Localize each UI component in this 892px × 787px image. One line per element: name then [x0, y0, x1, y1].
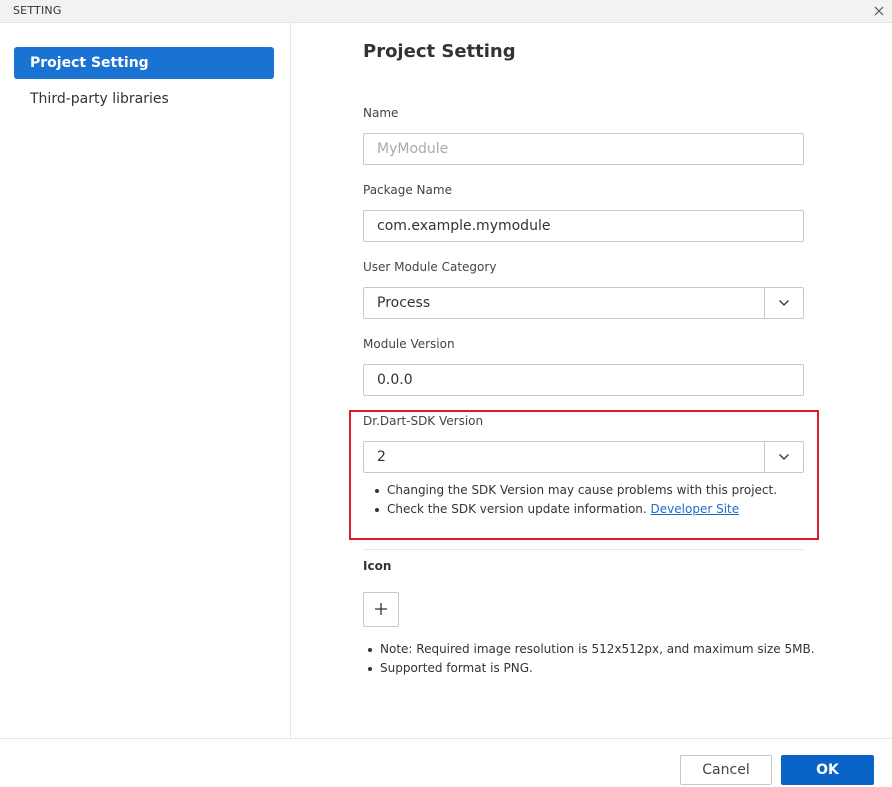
sdk-version-value: 2 — [377, 449, 386, 465]
category-dropdown-button[interactable] — [764, 288, 803, 318]
dialog-footer: Cancel OK — [0, 738, 892, 787]
sdk-note: Changing the SDK Version may cause probl… — [371, 481, 777, 500]
window-title: SETTING — [13, 4, 62, 17]
sidebar-item-label: Third-party libraries — [30, 91, 169, 107]
icon-note: Note: Required image resolution is 512x5… — [364, 640, 815, 659]
package-name-input[interactable] — [363, 210, 804, 242]
sdk-version-highlight — [349, 410, 819, 540]
package-name-label: Package Name — [363, 183, 452, 197]
icon-section-label: Icon — [363, 559, 392, 573]
category-select[interactable]: Process — [363, 287, 804, 319]
sdk-version-select[interactable]: 2 — [363, 441, 804, 473]
cancel-button[interactable]: Cancel — [680, 755, 772, 785]
developer-site-link[interactable]: Developer Site — [651, 502, 740, 516]
title-bar: SETTING — [0, 0, 892, 23]
plus-icon — [375, 603, 387, 615]
sidebar-item-project-setting[interactable]: Project Setting — [14, 47, 274, 79]
module-version-label: Module Version — [363, 337, 455, 351]
sidebar: Project Setting Third-party libraries — [0, 23, 291, 738]
sdk-version-label: Dr.Dart-SDK Version — [363, 414, 484, 428]
ok-button[interactable]: OK — [781, 755, 874, 785]
section-divider — [363, 549, 804, 550]
module-version-input[interactable] — [363, 364, 804, 396]
sdk-version-dropdown-button[interactable] — [764, 442, 803, 472]
close-icon[interactable] — [872, 3, 886, 17]
chevron-down-icon — [779, 300, 789, 306]
category-label: User Module Category — [363, 260, 497, 274]
sidebar-item-third-party-libraries[interactable]: Third-party libraries — [14, 83, 274, 115]
add-icon-button[interactable] — [363, 592, 399, 627]
sdk-notes: Changing the SDK Version may cause probl… — [371, 481, 777, 519]
name-input[interactable] — [363, 133, 804, 165]
icon-note: Supported format is PNG. — [364, 659, 815, 678]
icon-notes: Note: Required image resolution is 512x5… — [364, 640, 815, 678]
name-label: Name — [363, 106, 399, 120]
page-title: Project Setting — [363, 41, 516, 62]
category-value: Process — [377, 295, 431, 311]
sdk-note: Check the SDK version update information… — [371, 500, 777, 519]
sidebar-item-label: Project Setting — [30, 55, 149, 71]
chevron-down-icon — [779, 454, 789, 460]
